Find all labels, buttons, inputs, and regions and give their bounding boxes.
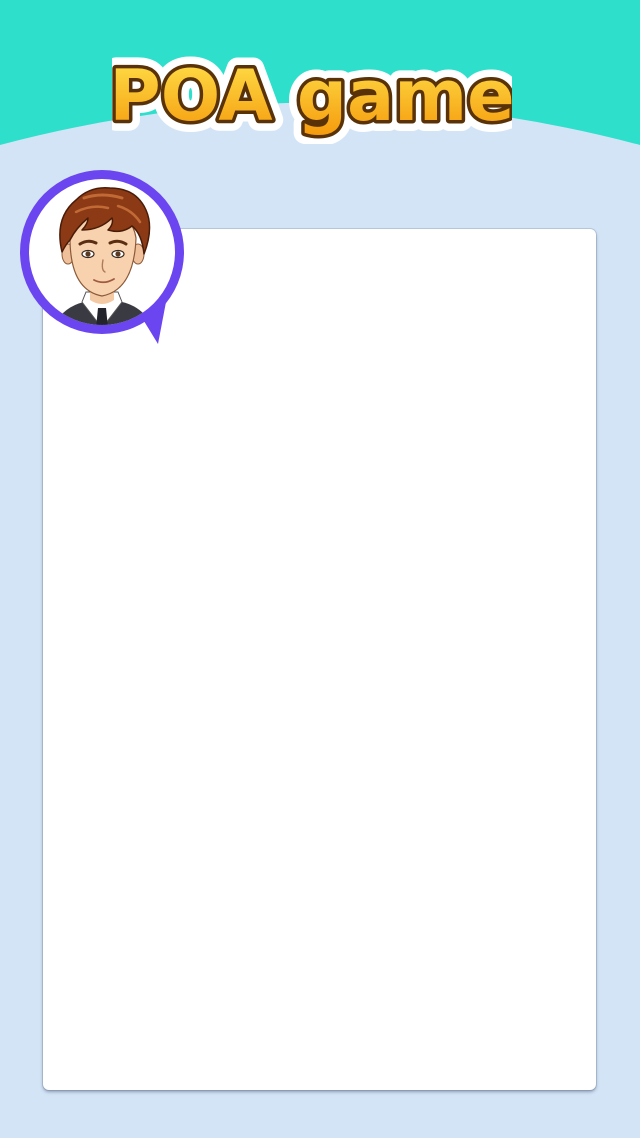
character-avatar: [20, 170, 184, 344]
logo-text: POA game: [112, 55, 512, 137]
game-logo: POA game POA game POA game: [112, 48, 512, 144]
content-card: [43, 229, 596, 1090]
